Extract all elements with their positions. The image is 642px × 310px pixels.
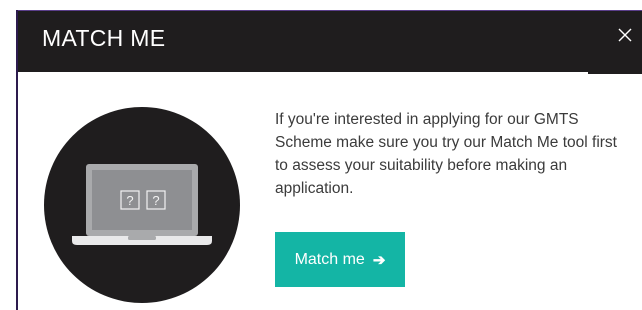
laptop-question-icon: ? ?: [44, 107, 240, 303]
svg-text:?: ?: [152, 193, 159, 208]
modal-header: MATCH ME: [18, 10, 642, 72]
match-me-button-label: Match me: [294, 250, 365, 268]
close-button[interactable]: [614, 24, 636, 46]
modal-description: If you're interested in applying for our…: [275, 111, 617, 197]
modal-title: MATCH ME: [42, 25, 166, 51]
match-me-button[interactable]: Match me ➔: [275, 232, 405, 287]
match-me-modal: MATCH ME ? ? If you're interested in app…: [16, 10, 642, 310]
close-icon: [618, 28, 632, 42]
svg-text:?: ?: [126, 193, 133, 208]
arrow-right-icon: ➔: [372, 251, 386, 269]
header-rule: [588, 72, 642, 74]
top-strip: [0, 0, 642, 10]
page: MATCH ME ? ? If you're interested in app…: [0, 0, 642, 310]
